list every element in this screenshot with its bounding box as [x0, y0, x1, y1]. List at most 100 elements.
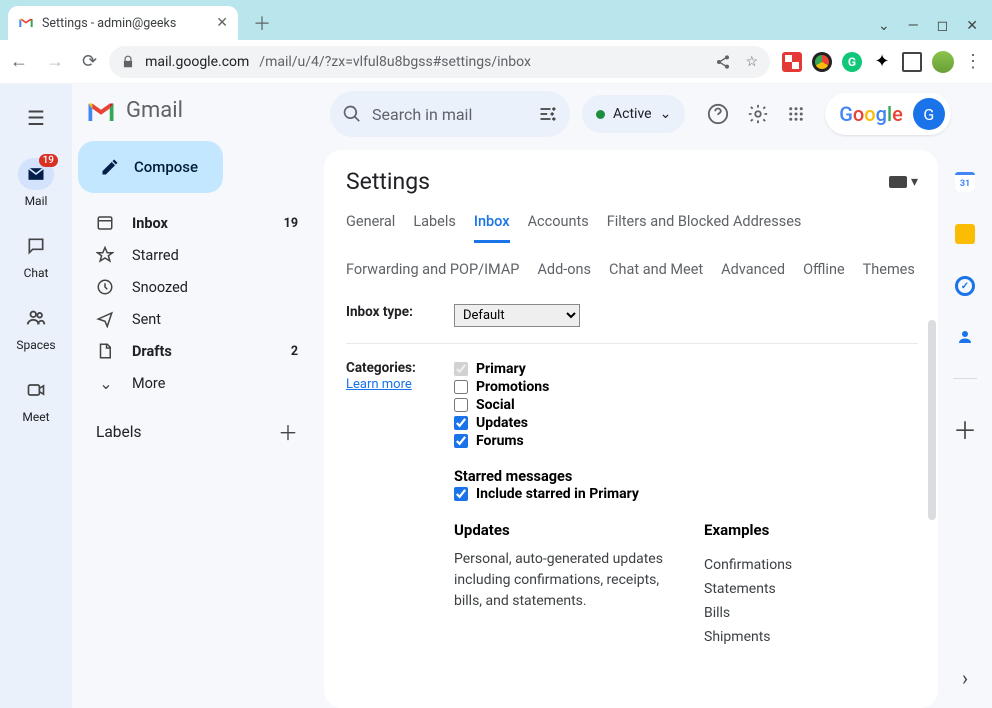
flipboard-ext-icon[interactable]	[782, 52, 802, 72]
tab-close-icon[interactable]: ✕	[216, 15, 228, 31]
rail-item-chat[interactable]: Chat	[0, 224, 72, 292]
browser-tab[interactable]: Settings - admin@geeks ✕	[8, 6, 238, 40]
new-tab-button[interactable]: ＋	[248, 9, 276, 37]
status-text: Active	[613, 106, 652, 122]
folder-inbox[interactable]: Inbox19	[78, 207, 312, 239]
profile-avatar[interactable]	[932, 51, 954, 73]
compose-button[interactable]: Compose	[78, 141, 223, 193]
inbox-type-select[interactable]: Default	[454, 304, 580, 327]
folder-snoozed[interactable]: Snoozed	[78, 271, 312, 303]
add-label-icon[interactable]: ＋	[278, 417, 298, 446]
folder-label: More	[132, 375, 165, 392]
folder-icon	[96, 246, 116, 264]
category-row: Forums	[454, 432, 918, 450]
collapse-rail-icon[interactable]: ›	[962, 666, 968, 690]
category-row: Primary	[454, 360, 918, 378]
folder-icon	[96, 214, 116, 232]
starred-primary-checkbox[interactable]	[454, 487, 468, 501]
rail-label: Mail	[25, 194, 48, 208]
apps-grid-icon[interactable]	[787, 105, 805, 123]
desc-heading: Updates	[454, 521, 664, 549]
tab-dropdown-icon[interactable]: ⌄	[878, 18, 890, 34]
example-item: Bills	[704, 601, 792, 625]
gmail-wordmark: Gmail	[126, 98, 183, 123]
back-icon[interactable]: ←	[10, 51, 28, 72]
labels-heading: Labels ＋	[78, 399, 312, 446]
folder-icon	[96, 310, 116, 328]
tab-filters-and-blocked-addresses[interactable]: Filters and Blocked Addresses	[607, 213, 802, 243]
tab-labels[interactable]: Labels	[413, 213, 456, 243]
category-checkbox[interactable]	[454, 416, 468, 430]
rail-item-meet[interactable]: Meet	[0, 368, 72, 436]
input-tool-icon[interactable]: ▾	[889, 174, 918, 190]
category-checkbox[interactable]	[454, 380, 468, 394]
app-header: Search in mail Active ⌄ Google G	[320, 84, 992, 144]
category-checkbox[interactable]	[454, 434, 468, 448]
gmail-logo[interactable]: Gmail	[78, 94, 312, 141]
reload-icon[interactable]: ⟳	[82, 51, 97, 72]
chrome-ext-icon[interactable]	[812, 52, 832, 72]
folder-more[interactable]: ⌄ More	[78, 367, 312, 399]
page-title: Settings	[346, 168, 430, 195]
tab-add-ons[interactable]: Add-ons	[537, 261, 591, 288]
folder-icon: ⌄	[96, 374, 116, 393]
calendar-icon[interactable]	[955, 172, 975, 192]
category-row: Updates	[454, 414, 918, 432]
rail-item-mail[interactable]: 19 Mail	[0, 152, 72, 220]
search-options-icon[interactable]	[538, 104, 558, 124]
left-rail: ☰ 19 Mail Chat Spaces Meet	[0, 84, 72, 708]
maximize-icon[interactable]: ◻	[937, 18, 949, 34]
folder-label: Sent	[132, 311, 161, 328]
category-label: Social	[476, 397, 515, 413]
chrome-menu-icon[interactable]: ⋮	[964, 51, 982, 72]
search-input[interactable]: Search in mail	[330, 91, 570, 137]
folder-drafts[interactable]: Drafts2	[78, 335, 312, 367]
close-window-icon[interactable]: ✕	[966, 18, 978, 34]
learn-more-link[interactable]: Learn more	[346, 377, 412, 392]
keep-icon[interactable]	[955, 224, 975, 244]
tab-chat-and-meet[interactable]: Chat and Meet	[609, 261, 703, 288]
tasks-icon[interactable]	[955, 276, 975, 296]
forward-icon[interactable]: →	[46, 51, 64, 72]
tab-general[interactable]: General	[346, 213, 395, 243]
account-chip[interactable]: Google G	[825, 93, 951, 135]
help-icon[interactable]	[707, 103, 729, 125]
status-dot-icon	[596, 110, 605, 119]
rail-label: Chat	[24, 266, 49, 280]
tab-inbox[interactable]: Inbox	[474, 213, 510, 243]
main-menu-icon[interactable]: ☰	[16, 98, 56, 138]
rail-item-spaces[interactable]: Spaces	[0, 296, 72, 364]
tab-accounts[interactable]: Accounts	[528, 213, 589, 243]
tab-offline[interactable]: Offline	[803, 261, 845, 288]
scrollbar[interactable]	[928, 320, 936, 520]
folder-label: Starred	[132, 247, 179, 264]
rail-label: Spaces	[16, 338, 55, 352]
folder-label: Inbox	[132, 215, 168, 232]
grammarly-ext-icon[interactable]	[842, 52, 862, 72]
status-pill[interactable]: Active ⌄	[582, 95, 685, 133]
example-item: Shipments	[704, 625, 792, 649]
search-placeholder: Search in mail	[372, 105, 528, 124]
address-bar[interactable]: mail.google.com/mail/u/4/?zx=vlful8u8bgs…	[109, 46, 770, 78]
settings-gear-icon[interactable]	[747, 103, 769, 125]
search-icon	[342, 104, 362, 124]
folder-label: Snoozed	[132, 279, 188, 296]
category-checkbox[interactable]	[454, 362, 468, 376]
folder-sent[interactable]: Sent	[78, 303, 312, 335]
folder-starred[interactable]: Starred	[78, 239, 312, 271]
tab-forwarding-and-pop-imap[interactable]: Forwarding and POP/IMAP	[346, 261, 519, 288]
sidepanel-icon[interactable]	[902, 52, 922, 72]
tab-themes[interactable]: Themes	[863, 261, 915, 288]
tab-advanced[interactable]: Advanced	[721, 261, 785, 288]
example-item: Confirmations	[704, 553, 792, 577]
minimize-icon[interactable]: —	[908, 18, 919, 34]
bookmark-icon[interactable]: ☆	[745, 54, 758, 70]
extensions-puzzle-icon[interactable]: ✦	[872, 52, 892, 72]
categories-label: Categories:	[346, 360, 416, 376]
share-icon[interactable]	[715, 54, 731, 70]
contacts-icon[interactable]	[956, 328, 974, 346]
category-checkbox[interactable]	[454, 398, 468, 412]
folder-icon	[96, 342, 116, 360]
get-addons-icon[interactable]: ＋	[953, 411, 977, 446]
account-avatar: G	[913, 98, 945, 130]
